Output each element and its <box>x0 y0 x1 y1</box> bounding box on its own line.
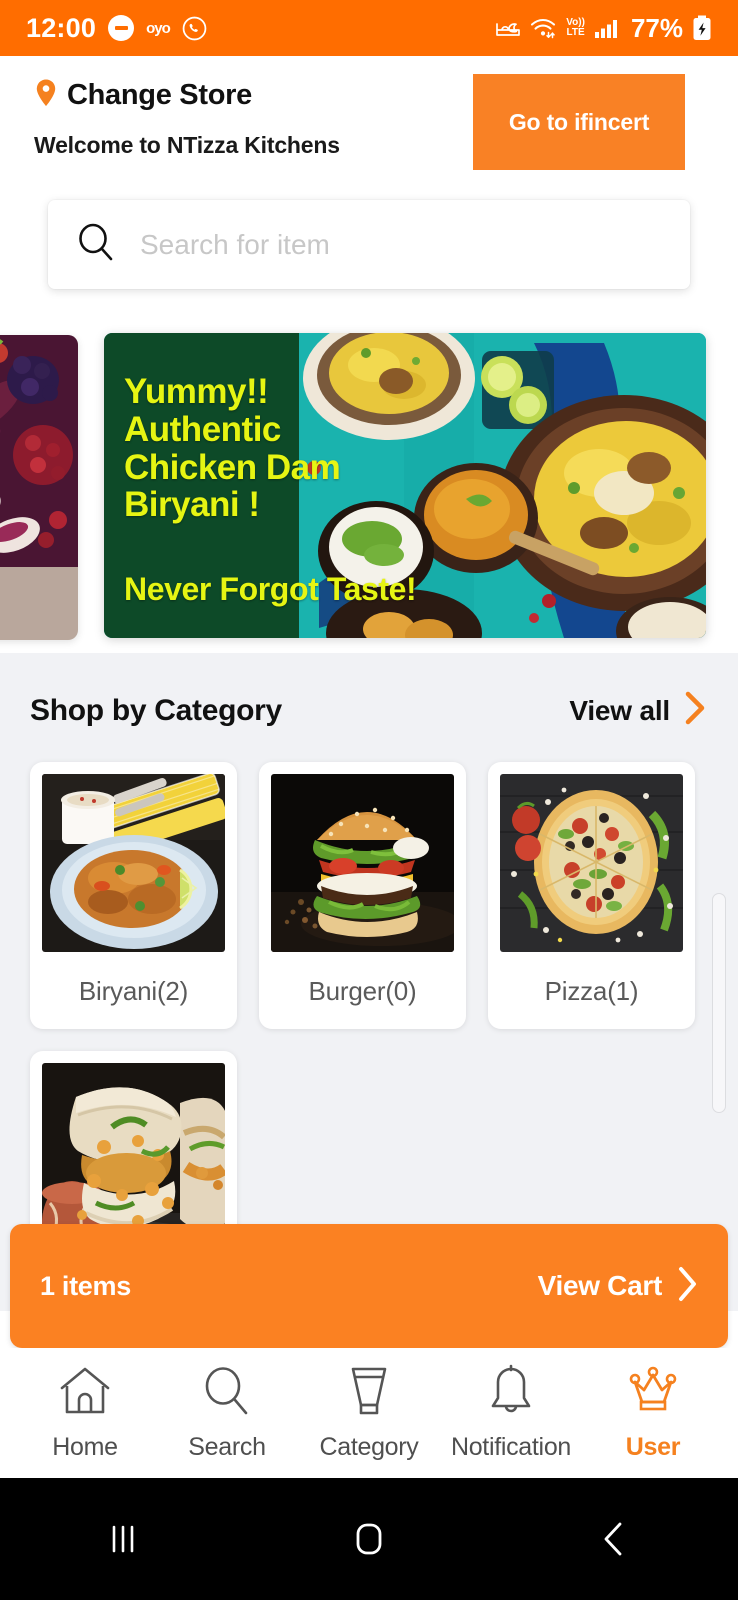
go-to-ifincert-button[interactable]: Go to ifincert <box>473 74 685 170</box>
category-label: Biryani(2) <box>78 976 189 1006</box>
status-time: 12:00 <box>26 12 97 43</box>
biryani-photo <box>42 774 225 952</box>
vegetables-photo <box>0 335 78 567</box>
burger-photo <box>271 774 454 952</box>
carousel-main-banner[interactable]: Yummy!! Authentic Chicken Dam Biryani ! … <box>104 333 706 638</box>
header-row: Change Store Welcome to NTizza Kitchens … <box>0 74 738 170</box>
category-label: Burger(0) <box>308 976 417 1006</box>
funnel-icon <box>340 1364 398 1423</box>
category-header: Shop by Category View all <box>0 691 738 730</box>
cellular-signal-icon <box>594 17 620 39</box>
promo-carousel[interactable]: Yummy!! Authentic Chicken Dam Biryani ! … <box>0 323 738 653</box>
nav-item-search[interactable]: Search <box>162 1364 292 1462</box>
category-label: Pizza(1) <box>544 976 639 1006</box>
nav-item-notification[interactable]: Notification <box>446 1364 576 1462</box>
bell-icon <box>482 1364 540 1423</box>
shop-by-category-section: Shop by Category View all Biryani(2) Bur… <box>0 653 738 1311</box>
welcome-message: Welcome to NTizza Kitchens <box>34 132 340 158</box>
header-left: Change Store Welcome to NTizza Kitchens <box>0 74 340 159</box>
view-all-button[interactable]: View all <box>569 691 706 730</box>
status-bar-left: 12:00 oyo <box>26 13 207 44</box>
category-card-pizza[interactable]: Pizza(1) <box>488 762 695 1029</box>
view-cart-action[interactable]: View Cart <box>538 1266 698 1307</box>
view-cart-label: View Cart <box>537 1270 663 1301</box>
category-card-burger[interactable]: Burger(0) <box>259 762 466 1029</box>
nav-label: Search <box>188 1433 266 1461</box>
category-card-biryani[interactable]: Biryani(2) <box>30 762 237 1029</box>
status-bar: 12:00 oyo Vo)) LTE 77% <box>0 0 738 56</box>
home-icon <box>56 1364 114 1423</box>
chevron-right-icon <box>684 691 706 730</box>
banner-subline: Never Forgot Taste! <box>124 571 417 607</box>
crown-icon <box>624 1364 682 1423</box>
pizza-photo <box>500 774 683 952</box>
status-bar-right: Vo)) LTE 77% <box>495 13 712 44</box>
banner-headline: Yummy!! Authentic Chicken Dam Biryani ! <box>124 372 341 525</box>
system-navigation-bar <box>0 1478 738 1600</box>
nav-item-user[interactable]: User <box>588 1364 718 1462</box>
view-all-label: View all <box>569 694 670 726</box>
nav-label: Home <box>52 1433 118 1461</box>
do-not-disturb-icon <box>108 15 135 41</box>
view-cart-bar[interactable]: 1 items View Cart <box>10 1224 728 1348</box>
wifi-icon <box>530 17 557 39</box>
search-bar[interactable] <box>48 200 690 289</box>
chevron-right-icon <box>676 1266 698 1307</box>
page-title: Shop by Category <box>30 693 282 727</box>
nav-item-home[interactable]: Home <box>20 1364 150 1462</box>
battery-charging-icon <box>692 15 712 41</box>
search-icon <box>198 1364 256 1423</box>
battery-percent: 77% <box>630 12 683 43</box>
change-store-label: Change Store <box>67 79 252 111</box>
volte-indicator: Vo)) LTE <box>566 17 585 38</box>
home-square-icon[interactable] <box>309 1479 429 1599</box>
search-input[interactable] <box>140 200 664 289</box>
location-pin-icon <box>34 78 58 113</box>
recents-icon[interactable] <box>63 1479 183 1599</box>
cart-item-count: 1 items <box>40 1270 131 1301</box>
oyo-app-icon: oyo <box>146 19 171 37</box>
nav-label: Category <box>319 1433 419 1461</box>
bottom-navigation: Home Search Category Notification User <box>0 1348 738 1478</box>
back-chevron-icon[interactable] <box>555 1479 675 1599</box>
sleep-mode-icon <box>495 18 521 38</box>
search-section <box>0 170 738 323</box>
carousel-peek-card[interactable] <box>0 335 78 640</box>
search-icon <box>74 220 118 269</box>
nav-label: Notification <box>450 1433 572 1461</box>
vertical-scrollbar[interactable] <box>712 893 726 1113</box>
change-store-button[interactable]: Change Store <box>34 78 340 113</box>
whatsapp-icon <box>182 16 207 41</box>
app-header: Change Store Welcome to NTizza Kitchens … <box>0 56 738 170</box>
nav-label: User <box>625 1433 681 1461</box>
nav-item-category[interactable]: Category <box>304 1364 434 1462</box>
